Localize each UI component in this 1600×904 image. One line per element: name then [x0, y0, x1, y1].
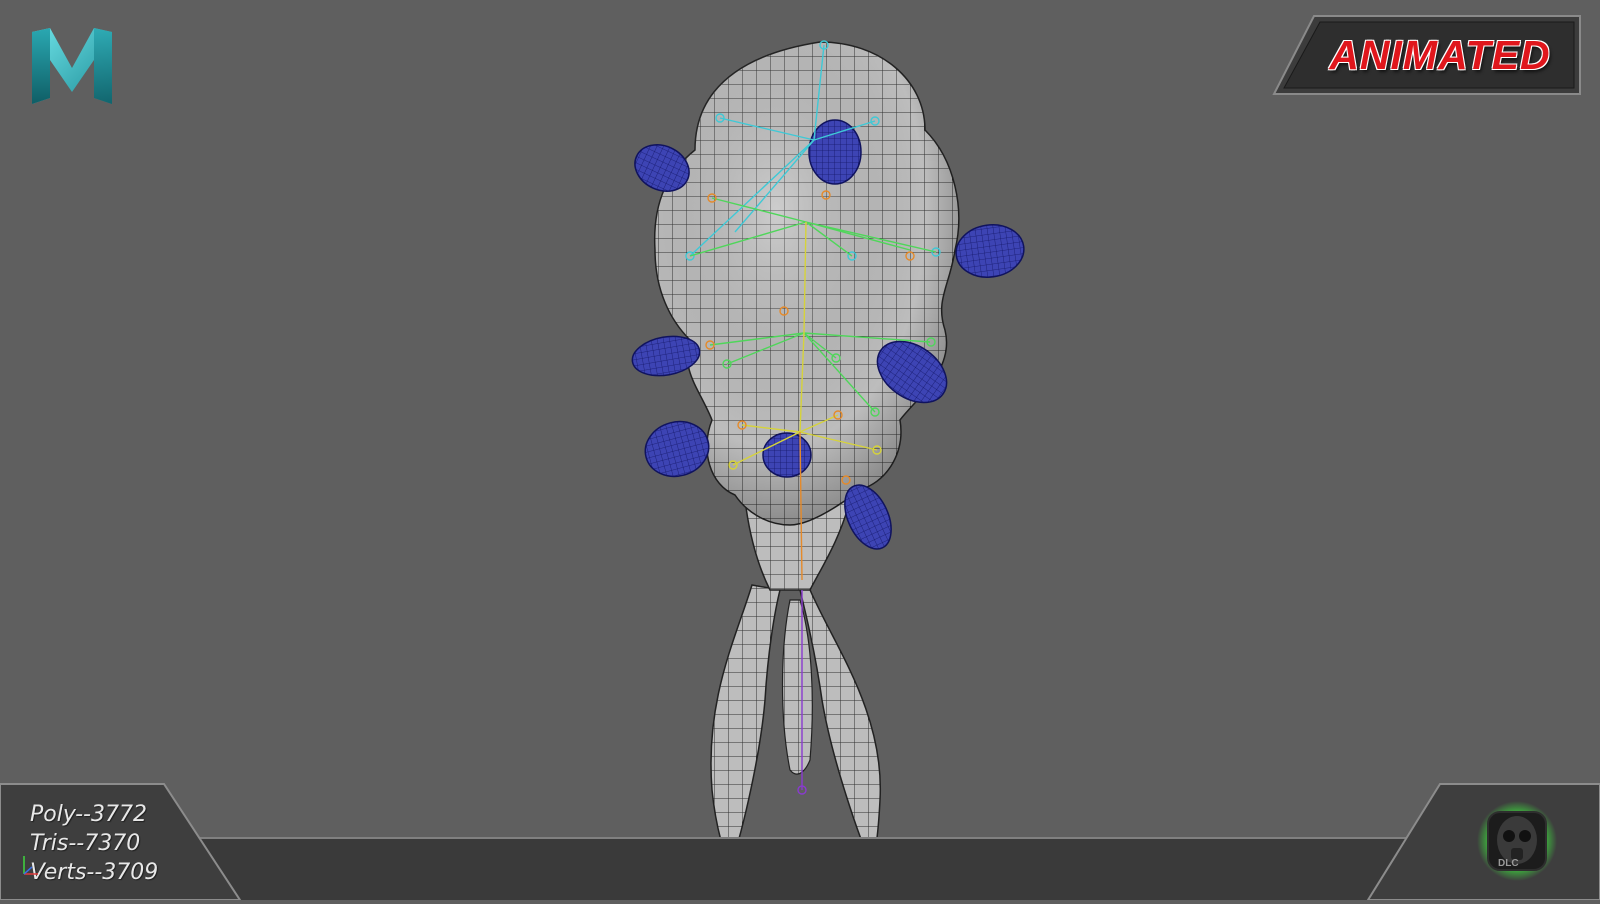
verts-count: Verts--3709	[30, 860, 159, 885]
bottom-bar	[0, 783, 1600, 900]
mesh-stats: Poly--3772 Tris--7370 Verts--3709	[30, 800, 158, 887]
maya-logo-icon	[32, 28, 112, 104]
animated-badge: ANIMATED	[1272, 14, 1582, 96]
axis-gizmo-icon	[23, 856, 38, 875]
gas-mask-character-icon[interactable]: DLC	[1476, 800, 1558, 882]
tris-count: Tris--7370	[30, 831, 141, 856]
badge-label: ANIMATED	[1329, 31, 1551, 78]
poly-count: Poly--3772	[30, 802, 147, 827]
svg-text:DLC: DLC	[1498, 858, 1519, 869]
viewport[interactable]	[0, 0, 1600, 900]
creature-mesh[interactable]	[627, 40, 1027, 869]
